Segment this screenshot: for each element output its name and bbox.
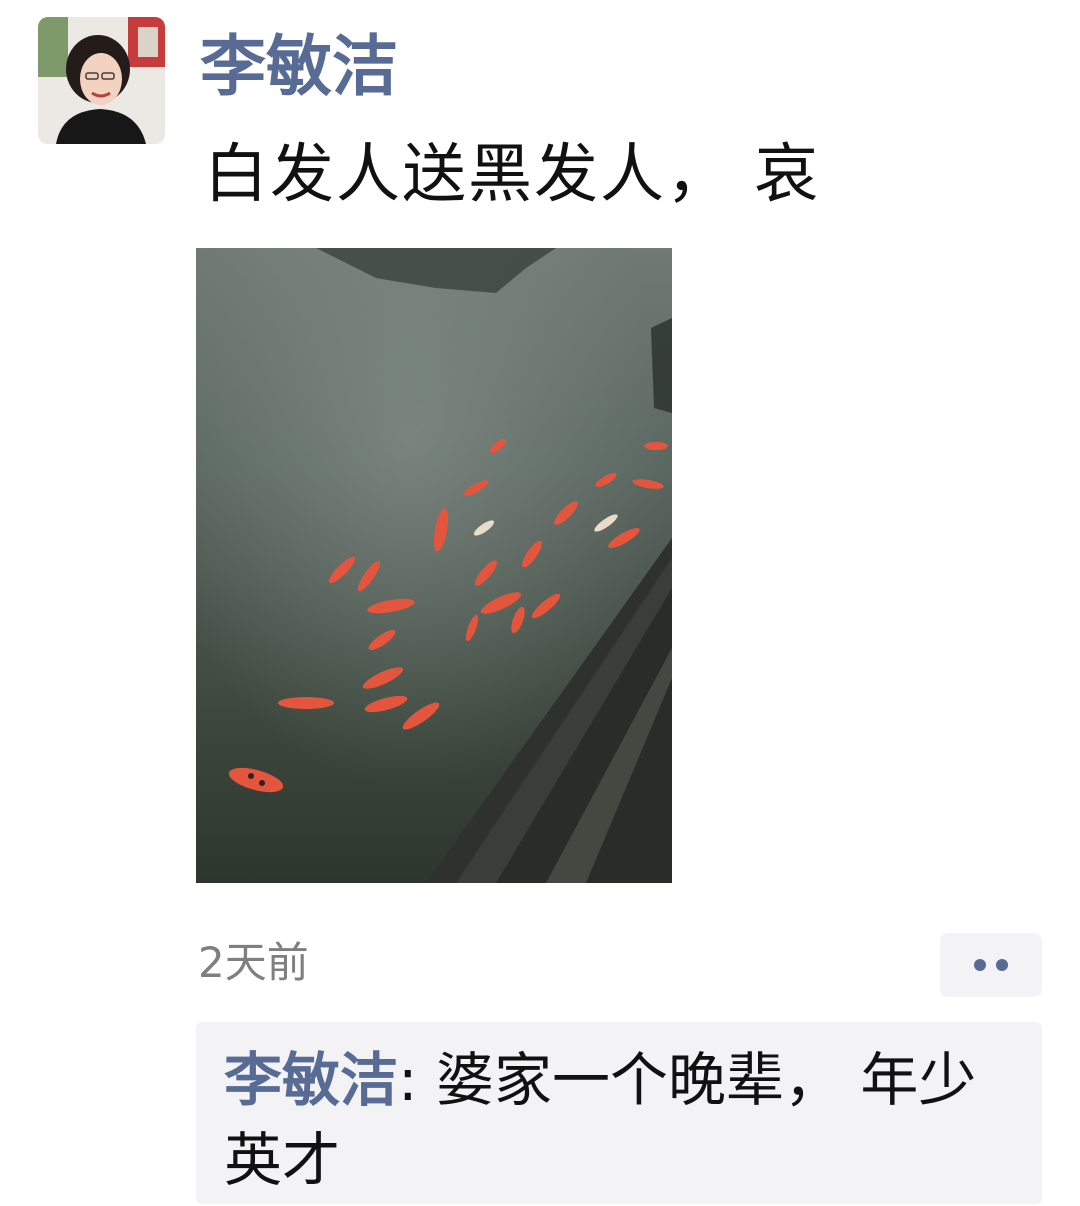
comment-author[interactable]: 李敏洁 [224,1046,398,1114]
comment-item[interactable]: 李敏洁: 婆家一个晚辈， 年少英才 [224,1040,1014,1200]
post-author-name[interactable]: 李敏洁 [200,24,398,110]
post-timestamp: 2天前 [198,938,309,987]
comment-separator: : [398,1046,436,1114]
comments-panel: 李敏洁: 婆家一个晚辈， 年少英才 [196,1022,1042,1204]
more-dots-icon [974,959,986,971]
avatar[interactable] [38,17,165,144]
more-dots-icon [996,959,1008,971]
post-text: 白发人送黑发人， 哀 [204,138,821,212]
post-photo[interactable] [196,248,672,883]
more-actions-button[interactable] [940,933,1042,997]
goldfish-pond-image [196,248,672,883]
